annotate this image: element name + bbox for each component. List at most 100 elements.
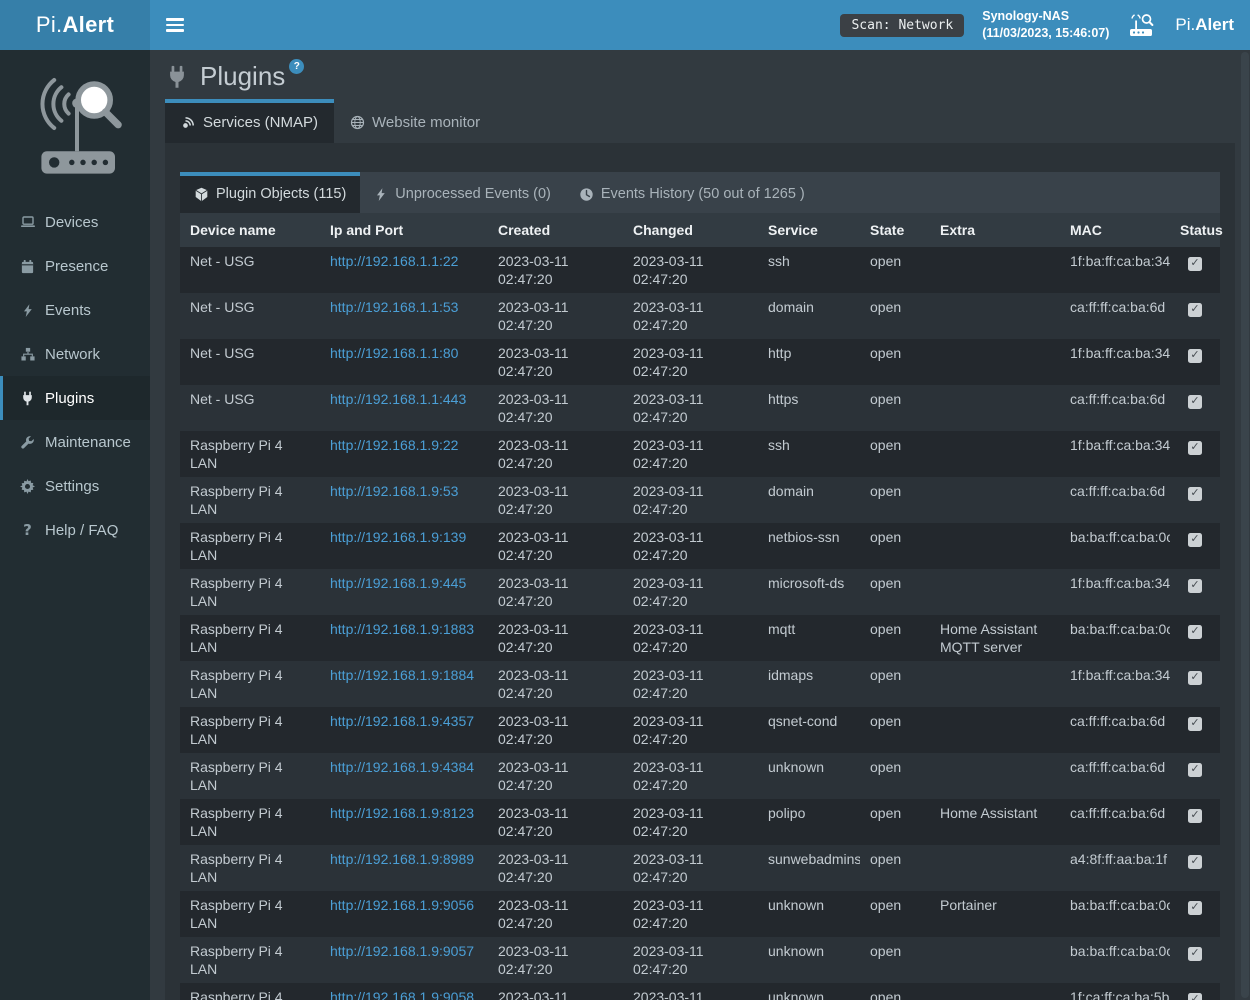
cell-service: unknown — [758, 753, 860, 799]
cell-state: open — [860, 247, 930, 293]
column-header-device-name[interactable]: Device name — [180, 213, 320, 247]
column-header-mac[interactable]: MAC — [1060, 213, 1170, 247]
status-checkbox[interactable]: ✓ — [1188, 395, 1202, 409]
status-checkbox[interactable]: ✓ — [1188, 809, 1202, 823]
cell-changed: 2023-03-11 02:47:20 — [623, 753, 758, 799]
sidebar-toggle-button[interactable] — [166, 14, 184, 36]
subtabs-bar: Plugin Objects (115)Unprocessed Events (… — [180, 172, 1220, 213]
host-info: Synology-NAS (11/03/2023, 15:46:07) — [982, 8, 1109, 43]
ip-port-link[interactable]: http://192.168.1.9:8123 — [330, 805, 474, 821]
column-header-ip-and-port[interactable]: Ip and Port — [320, 213, 488, 247]
cell-changed: 2023-03-11 02:47:20 — [623, 385, 758, 431]
scrollbar[interactable] — [1241, 52, 1249, 998]
ip-port-link[interactable]: http://192.168.1.9:9056 — [330, 897, 474, 913]
bolt-icon — [19, 303, 36, 318]
cell-state: open — [860, 385, 930, 431]
sidebar-item-help-faq[interactable]: ? Help / FAQ — [0, 508, 150, 552]
subtab-events-history[interactable]: Events History (50 out of 1265 ) — [565, 172, 819, 213]
subtab-unprocessed-events[interactable]: Unprocessed Events (0) — [360, 172, 565, 213]
table-row: Raspberry Pi 4 LAN http://192.168.1.9:445… — [180, 569, 1220, 615]
ip-port-link[interactable]: http://192.168.1.9:9057 — [330, 943, 474, 959]
table-row: Raspberry Pi 4 LANhttp://192.168.1.9:905… — [180, 983, 1220, 1000]
sidebar-item-presence[interactable]: Presence — [0, 244, 150, 288]
cell-mac: 1f:ba:ff:ca:ba:34 — [1060, 431, 1170, 477]
cell-service: domain — [758, 477, 860, 523]
status-checkbox[interactable]: ✓ — [1188, 625, 1202, 639]
ip-port-link[interactable]: http://192.168.1.9:8989 — [330, 851, 474, 867]
cell-device-name: Raspberry Pi 4 LAN — [180, 477, 320, 523]
status-checkbox[interactable]: ✓ — [1188, 763, 1202, 777]
ip-port-link[interactable]: http://192.168.1.9:139 — [330, 529, 466, 545]
status-checkbox[interactable]: ✓ — [1188, 901, 1202, 915]
ip-port-link[interactable]: http://192.168.1.1:53 — [330, 299, 458, 315]
status-checkbox[interactable]: ✓ — [1188, 487, 1202, 501]
status-checkbox[interactable]: ✓ — [1188, 993, 1202, 1000]
cell-status: ✓ — [1170, 661, 1220, 707]
table-row: Raspberry Pi 4 LANhttp://192.168.1.9:438… — [180, 753, 1220, 799]
status-checkbox[interactable]: ✓ — [1188, 533, 1202, 547]
tab-services-nmap[interactable]: Services (NMAP) — [165, 99, 334, 143]
ip-port-link[interactable]: http://192.168.1.9:53 — [330, 483, 458, 499]
ip-port-link[interactable]: http://192.168.1.9:445 — [330, 575, 466, 591]
cell-changed: 2023-03-11 02:47:20 — [623, 707, 758, 753]
ip-port-link[interactable]: http://192.168.1.9:9058 — [330, 989, 474, 1000]
sidebar-item-maintenance[interactable]: Maintenance — [0, 420, 150, 464]
ip-port-link[interactable]: http://192.168.1.1:443 — [330, 391, 466, 407]
cell-mac: ca:ff:ff:ca:ba:6d — [1060, 753, 1170, 799]
sidebar-item-settings[interactable]: Settings — [0, 464, 150, 508]
ip-port-link[interactable]: http://192.168.1.9:22 — [330, 437, 458, 453]
cell-mac: ba:ba:ff:ca:ba:0c — [1060, 937, 1170, 983]
cell-ip-port: http://192.168.1.9:9057 — [320, 937, 488, 983]
cell-device-name: Raspberry Pi 4 LAN — [180, 569, 320, 615]
status-checkbox[interactable]: ✓ — [1188, 441, 1202, 455]
cell-mac: a4:8f:ff:aa:ba:1f — [1060, 845, 1170, 891]
cell-service: netbios-ssn — [758, 523, 860, 569]
cell-extra — [930, 477, 1060, 523]
sidebar-item-label: Help / FAQ — [45, 522, 118, 539]
sidebar-item-plugins[interactable]: Plugins — [0, 376, 150, 420]
status-checkbox[interactable]: ✓ — [1188, 947, 1202, 961]
column-header-created[interactable]: Created — [488, 213, 623, 247]
sidebar-item-events[interactable]: Events — [0, 288, 150, 332]
status-checkbox[interactable]: ✓ — [1188, 303, 1202, 317]
ip-port-link[interactable]: http://192.168.1.9:1884 — [330, 667, 474, 683]
column-header-status[interactable]: Status — [1170, 213, 1220, 247]
ip-port-link[interactable]: http://192.168.1.1:22 — [330, 253, 458, 269]
cell-status: ✓ — [1170, 799, 1220, 845]
cell-state: open — [860, 891, 930, 937]
status-checkbox[interactable]: ✓ — [1188, 855, 1202, 869]
cell-changed: 2023-03-11 02:47:20 — [623, 523, 758, 569]
tab-website-monitor[interactable]: Website monitor — [334, 99, 496, 143]
sidebar-item-network[interactable]: Network — [0, 332, 150, 376]
cell-service: unknown — [758, 983, 860, 1000]
sidebar-menu: DevicesPresenceEventsNetworkPluginsMaint… — [0, 200, 150, 552]
help-badge[interactable]: ? — [289, 59, 304, 74]
status-checkbox[interactable]: ✓ — [1188, 671, 1202, 685]
cell-status: ✓ — [1170, 293, 1220, 339]
cell-created: 2023-03-11 02:47:20 — [488, 477, 623, 523]
ip-port-link[interactable]: http://192.168.1.9:4357 — [330, 713, 474, 729]
cell-mac: 1f:ca:ff:ca:ba:5b — [1060, 983, 1170, 1000]
question-icon: ? — [19, 521, 36, 539]
wrench-icon — [19, 435, 36, 450]
column-header-service[interactable]: Service — [758, 213, 860, 247]
status-checkbox[interactable]: ✓ — [1188, 579, 1202, 593]
status-checkbox[interactable]: ✓ — [1188, 257, 1202, 271]
ip-port-link[interactable]: http://192.168.1.1:80 — [330, 345, 458, 361]
status-checkbox[interactable]: ✓ — [1188, 349, 1202, 363]
sidebar-item-devices[interactable]: Devices — [0, 200, 150, 244]
ip-port-link[interactable]: http://192.168.1.9:4384 — [330, 759, 474, 775]
subtab-plugin-objects[interactable]: Plugin Objects (115) — [180, 172, 360, 213]
column-header-extra[interactable]: Extra — [930, 213, 1060, 247]
column-header-changed[interactable]: Changed — [623, 213, 758, 247]
cell-created: 2023-03-11 02:47:20 — [488, 431, 623, 477]
cell-extra — [930, 937, 1060, 983]
cell-service: mqtt — [758, 615, 860, 661]
table-row: Net - USGhttp://192.168.1.1:532023-03-11… — [180, 293, 1220, 339]
column-header-state[interactable]: State — [860, 213, 930, 247]
cell-service: http — [758, 339, 860, 385]
cell-service: unknown — [758, 937, 860, 983]
top-navbar: Pi.Alert Scan: Network Synology-NAS (11/… — [0, 0, 1250, 50]
status-checkbox[interactable]: ✓ — [1188, 717, 1202, 731]
ip-port-link[interactable]: http://192.168.1.9:1883 — [330, 621, 474, 637]
